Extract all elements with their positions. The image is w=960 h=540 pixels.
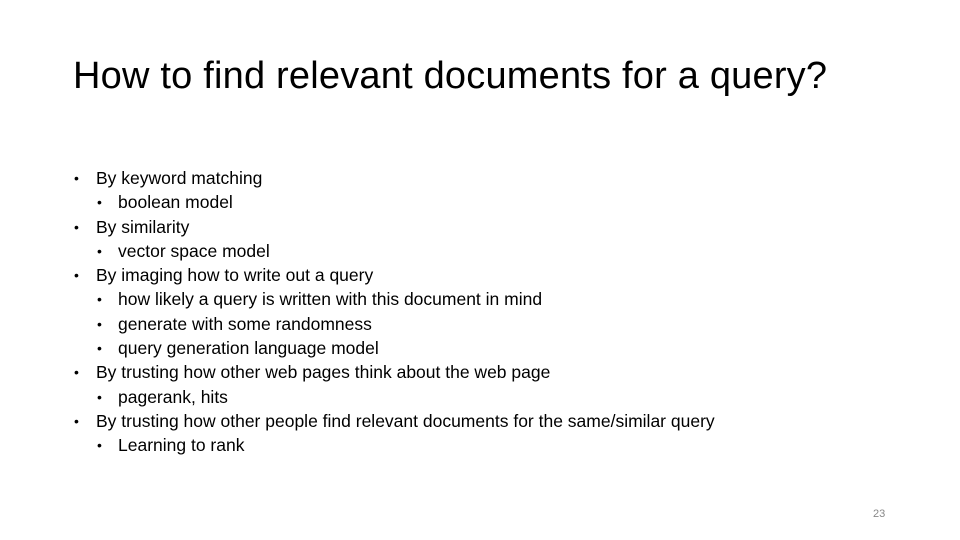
bullet-text: pagerank, hits <box>118 386 228 407</box>
sub-bullet-item: • Learning to rank <box>73 433 715 457</box>
sub-bullet-item: • vector space model <box>73 239 715 263</box>
bullet-text: By imaging how to write out a query <box>96 265 374 286</box>
bullet-item: • By keyword matching <box>73 166 715 190</box>
bullet-icon: • <box>97 242 102 259</box>
bullet-text: Learning to rank <box>118 435 245 456</box>
bullet-icon: • <box>74 218 79 235</box>
bullet-icon: • <box>74 412 79 429</box>
bullet-text: query generation language model <box>118 338 379 359</box>
bullet-icon: • <box>97 194 102 211</box>
bullet-text: By keyword matching <box>96 168 263 188</box>
bullet-item: • By trusting how other web pages think a… <box>73 360 715 384</box>
bullet-icon: • <box>97 340 102 357</box>
sub-bullet-item: • generate with some randomness <box>73 312 715 336</box>
bullet-item: • By trusting how other people find relev… <box>73 409 715 433</box>
sub-bullet-item: • pagerank, hits <box>73 385 715 409</box>
bullet-item: • By imaging how to write out a query <box>73 263 715 287</box>
bullet-icon: • <box>74 170 79 186</box>
bullet-item: • By similarity <box>73 215 715 239</box>
bullet-text: generate with some randomness <box>118 313 372 334</box>
slide-title: How to find relevant documents for a que… <box>73 55 828 97</box>
bullet-list: • By keyword matching • boolean model • By … <box>73 166 715 458</box>
bullet-icon: • <box>97 315 102 332</box>
sub-bullet-item: • boolean model <box>73 190 715 214</box>
bullet-text: By trusting how other web pages think ab… <box>96 362 551 383</box>
sub-bullet-item: • query generation language model <box>73 336 715 360</box>
bullet-text: how likely a query is written with this … <box>118 289 543 310</box>
bullet-icon: • <box>97 388 102 405</box>
bullet-text: boolean model <box>118 192 233 213</box>
sub-bullet-item: • how likely a query is written with this… <box>73 287 715 311</box>
bullet-icon: • <box>97 291 102 308</box>
page-number: 23 <box>873 508 886 520</box>
bullet-icon: • <box>97 437 102 454</box>
bullet-text: By trusting how other people find releva… <box>96 410 715 431</box>
bullet-text: vector space model <box>118 240 270 261</box>
bullet-icon: • <box>74 364 79 381</box>
bullet-icon: • <box>74 267 79 284</box>
bullet-text: By similarity <box>96 216 190 237</box>
